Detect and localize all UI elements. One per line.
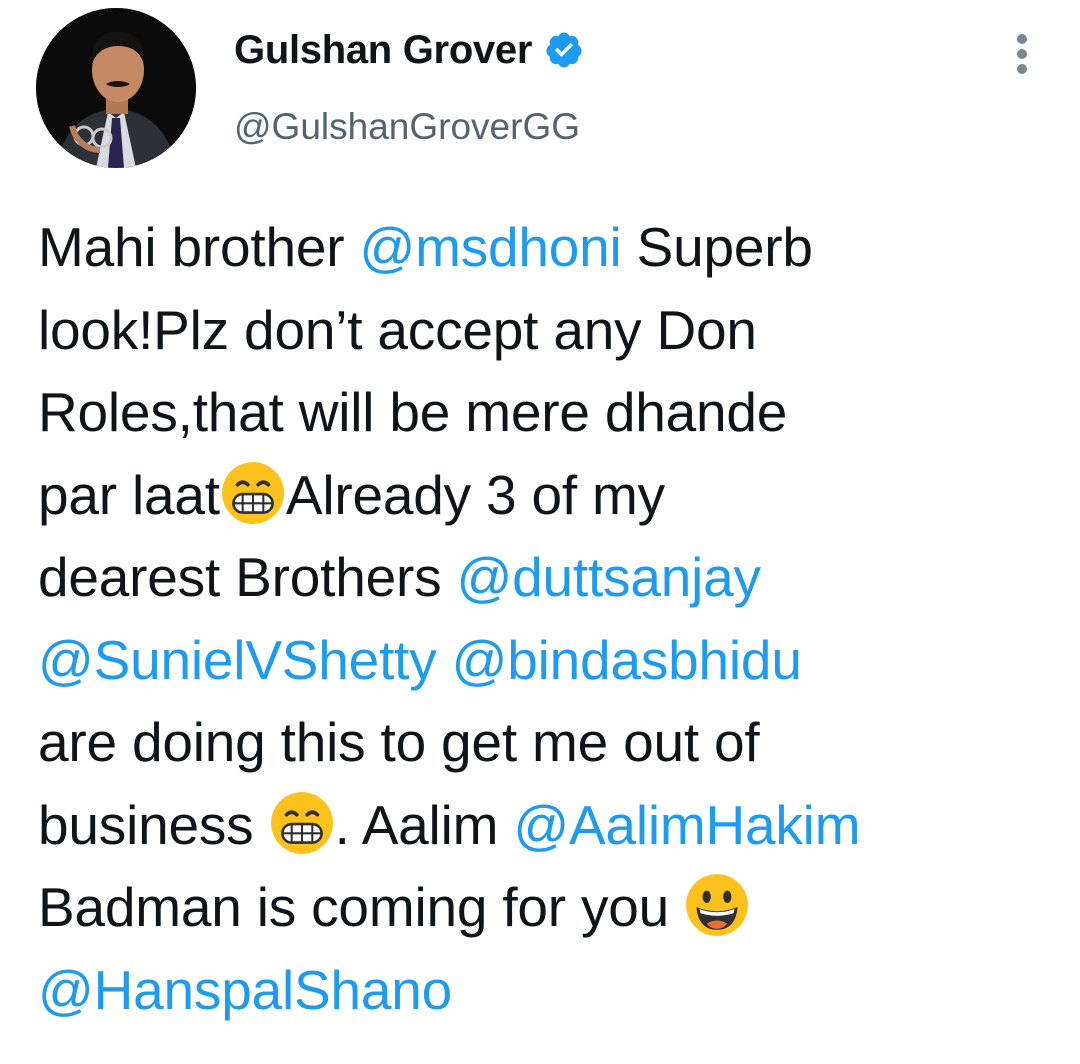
grinning-teeth-emoji [220,460,286,526]
mention-link[interactable]: @AalimHakim [513,794,860,856]
tweet-line: look!Plz don’t accept any Don [38,289,1058,372]
grinning-face-emoji [684,872,750,938]
author-display-name[interactable]: Gulshan Grover [234,26,532,74]
mention-link[interactable]: @bindasbhidu [452,629,802,691]
tweet-text-segment: Superb [621,216,813,278]
mention-link[interactable]: @HanspalShano [38,959,452,1021]
tweet-text-segment: look!Plz don’t accept any Don [38,298,757,361]
menu-dot [1017,64,1027,74]
mention-link[interactable]: @duttsanjay [456,546,761,608]
tweet-line: dearest Brothers @duttsanjay [38,536,1058,619]
author-name-row[interactable]: Gulshan Grover [234,26,584,74]
tweet-text-segment: par laat [38,463,220,526]
mention-link[interactable]: @msdhoni [359,216,621,278]
tweet-line: Badman is coming for you [38,866,1058,949]
menu-dot [1017,49,1027,59]
tweet-line: business . Aalim @AalimHakim [38,784,1058,867]
tweet-text-segment: Roles,that will be mere dhande [38,381,788,443]
mention-link[interactable]: @SunielVShetty [38,629,437,691]
tweet-text: Mahi brother @msdhoni Superb look!Plz don… [38,206,1058,1031]
tweet-text-segment: Badman is coming for you [38,876,685,938]
tweet: Gulshan Grover @GulshanGroverGG Mahi bro… [0,0,1080,1064]
tweet-line: @SunielVShetty @bindasbhidu [38,619,1058,702]
tweet-text-segment: are doing this to get me out of [38,711,760,773]
tweet-text-segment: dearest Brothers [38,546,457,608]
tweet-line: par laat Already 3 of my [38,454,1058,537]
tweet-line: @HanspalShano [38,949,1058,1032]
verified-badge-icon [544,30,584,70]
tweet-text-segment [437,629,452,691]
tweet-line: Mahi brother @msdhoni Superb [38,206,1058,289]
more-vertical-icon[interactable] [1010,34,1034,74]
tweet-line: Roles,that will be mere dhande [38,371,1058,454]
tweet-text-segment: Already 3 of my [285,463,665,526]
author-handle[interactable]: @GulshanGroverGG [234,104,580,150]
author-avatar[interactable] [36,8,196,168]
tweet-text-segment: Mahi brother [38,216,360,278]
avatar-photo [36,8,196,168]
tweet-text-segment: business [38,793,269,856]
grinning-teeth-emoji [269,790,335,856]
menu-dot [1017,34,1027,44]
tweet-line: are doing this to get me out of [38,701,1058,784]
tweet-text-segment: . Aalim [334,793,514,856]
